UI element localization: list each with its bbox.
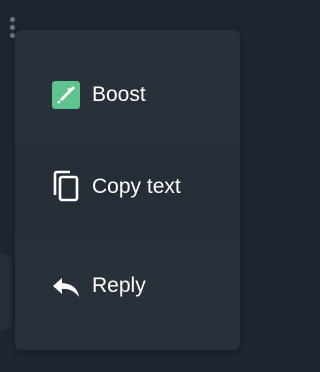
menu-item-reply[interactable]: Reply (15, 238, 240, 350)
menu-item-boost[interactable]: Boost (15, 30, 240, 143)
menu-item-label: Boost (92, 83, 146, 106)
menu-item-label: Copy text (92, 175, 181, 198)
boost-icon (51, 80, 81, 110)
background-card-edge (0, 254, 12, 330)
context-menu: Boost Copy text Reply (15, 30, 240, 350)
copy-icon (51, 170, 81, 202)
reply-icon (51, 273, 81, 303)
menu-item-label: Reply (92, 274, 146, 297)
menu-item-copy-text[interactable]: Copy text (15, 143, 240, 238)
